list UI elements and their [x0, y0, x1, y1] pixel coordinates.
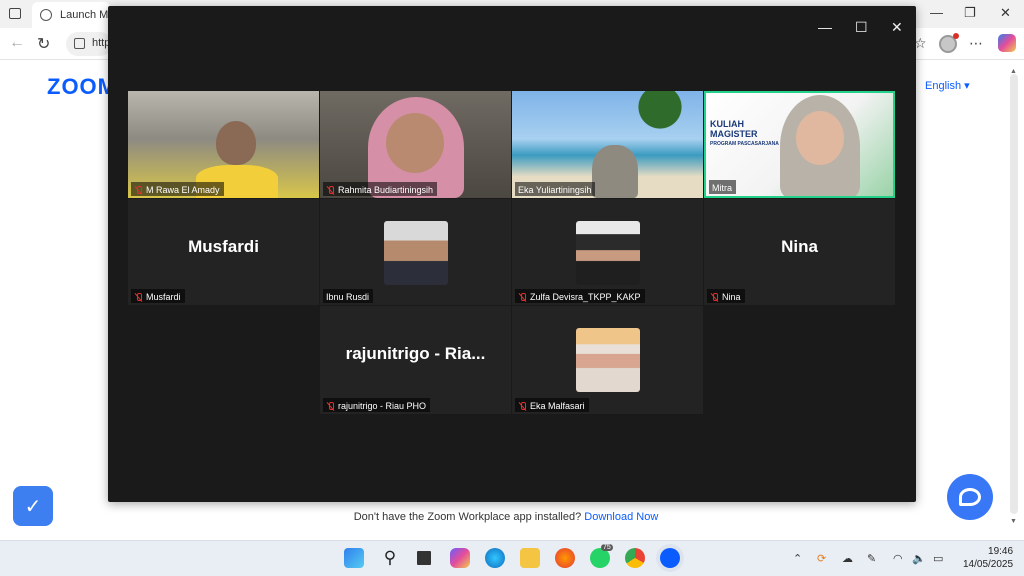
participant-photo-tile[interactable]: Ibnu Rusdi	[320, 199, 511, 305]
participant-name-label: rajunitrigo - Riau PHO	[323, 398, 431, 412]
chat-bubble-icon	[959, 488, 981, 506]
download-now-link[interactable]: Download Now	[584, 511, 658, 523]
virtual-background-banner: KULIAH MAGISTER PROGRAM PASCASARJANA	[710, 119, 779, 147]
search-icon[interactable]: ⚲	[380, 548, 400, 568]
participant-video-tile[interactable]: Rahmita Budiartiningsih	[320, 91, 511, 198]
address-bar[interactable]: http	[66, 32, 112, 56]
copilot-app-icon[interactable]	[450, 548, 470, 568]
volume-icon[interactable]: 🔈	[912, 552, 926, 565]
participant-name-label: Eka Malfasari	[515, 398, 589, 412]
participant-display-name: Nina	[781, 237, 818, 256]
participant-photo-tile[interactable]: Zulfa Devisra_TKPP_KAKP	[512, 199, 703, 305]
participant-display-name: Musfardi	[188, 237, 259, 256]
windows-taskbar: ⚲ 75 ⌃ ⟳ ☁ ✎ ◠ 🔈 ▭ 19:46 14/05/2025	[0, 540, 1024, 576]
tab-title: Launch Me	[60, 9, 110, 21]
refresh-icon[interactable]: ↻	[37, 34, 50, 54]
participant-name-label: Ibnu Rusdi	[323, 289, 374, 303]
participant-name-label: M Rawa El Amady	[131, 182, 224, 196]
zoom-close-button[interactable]: ✕	[891, 19, 903, 36]
site-info-icon[interactable]	[74, 38, 85, 49]
clock-time: 19:46	[988, 546, 1014, 557]
wifi-icon[interactable]: ◠	[893, 552, 903, 565]
mic-muted-icon	[134, 292, 143, 302]
participant-face	[216, 121, 256, 165]
participant-figure	[592, 145, 638, 198]
participant-name-tile[interactable]: Nina Nina	[704, 199, 895, 305]
participant-face	[796, 111, 844, 165]
participant-profile-photo	[576, 221, 640, 285]
browser-minimize-button[interactable]: —	[930, 5, 943, 20]
install-prompt-text: Don't have the Zoom Workplace app instal…	[353, 511, 582, 523]
participant-profile-photo	[576, 328, 640, 392]
install-prompt: Don't have the Zoom Workplace app instal…	[0, 511, 1012, 523]
task-view-icon[interactable]	[414, 548, 434, 568]
profile-notification-dot	[953, 33, 959, 39]
battery-icon[interactable]: ▭	[933, 552, 943, 565]
zoom-maximize-button[interactable]: ☐	[855, 19, 868, 36]
zoom-minimize-button[interactable]: —	[818, 19, 832, 35]
sync-icon[interactable]: ⟳	[817, 552, 826, 565]
pen-icon[interactable]: ✎	[867, 552, 876, 565]
browser-restore-button[interactable]: ❐	[964, 5, 976, 21]
edge-browser-icon[interactable]	[485, 548, 505, 568]
whatsapp-unread-badge: 75	[601, 544, 613, 551]
mic-muted-icon	[518, 292, 527, 302]
zoom-app-icon[interactable]	[660, 548, 680, 568]
participant-photo-tile[interactable]: Eka Malfasari	[512, 306, 703, 414]
windows-start-icon[interactable]	[344, 548, 364, 568]
participant-name-label: Rahmita Budiartiningsih	[323, 182, 438, 196]
more-menu-icon[interactable]: ⋯	[969, 35, 983, 52]
participant-name-tile[interactable]: rajunitrigo - Ria... rajunitrigo - Riau …	[320, 306, 511, 414]
globe-icon	[40, 9, 52, 21]
mic-muted-icon	[710, 292, 719, 302]
participant-name-tile[interactable]: Musfardi Musfardi	[128, 199, 319, 305]
zoom-logo: ZOOM	[47, 74, 117, 99]
whatsapp-icon[interactable]	[590, 548, 610, 568]
participant-name-label: Mitra	[709, 180, 736, 194]
participant-profile-photo	[384, 221, 448, 285]
participant-name-label: Musfardi	[131, 289, 185, 303]
show-hidden-icons-chevron-icon[interactable]: ⌃	[793, 552, 802, 565]
participant-video-tile[interactable]: Eka Yuliartiningsih	[512, 91, 703, 198]
participant-name-label: Nina	[707, 289, 745, 303]
participant-video-tile[interactable]: M Rawa El Amady	[128, 91, 319, 198]
firefox-icon[interactable]	[555, 548, 575, 568]
file-explorer-icon[interactable]	[520, 548, 540, 568]
copilot-icon[interactable]	[998, 34, 1016, 52]
participant-name-label: Zulfa Devisra_TKPP_KAKP	[515, 289, 645, 303]
language-selector[interactable]: English ▾	[925, 79, 970, 92]
participant-display-name: rajunitrigo - Ria...	[345, 344, 486, 363]
system-clock[interactable]: 19:46 14/05/2025	[963, 545, 1013, 571]
page-scrollbar[interactable]	[1010, 74, 1018, 514]
browser-tab[interactable]: Launch Me	[32, 2, 110, 28]
cloud-icon[interactable]: ☁	[842, 552, 853, 565]
back-icon[interactable]: ←	[9, 34, 25, 52]
participant-name-label: Eka Yuliartiningsih	[515, 182, 596, 196]
zoom-meeting-window: — ☐ ✕ M Rawa El Amady Rahmita Budiartini…	[108, 6, 916, 502]
browser-close-button[interactable]: ✕	[1000, 5, 1011, 21]
tab-actions-icon[interactable]	[9, 8, 21, 19]
chrome-icon[interactable]	[625, 548, 645, 568]
palm-tree-background	[630, 91, 690, 171]
participant-face	[386, 113, 444, 173]
participant-video-tile-active-speaker[interactable]: KULIAH MAGISTER PROGRAM PASCASARJANA Mit…	[704, 91, 895, 198]
mic-muted-icon	[134, 185, 143, 195]
mic-muted-icon	[518, 401, 527, 411]
clock-date: 14/05/2025	[963, 559, 1014, 570]
mic-muted-icon	[326, 185, 335, 195]
mic-muted-icon	[326, 401, 335, 411]
